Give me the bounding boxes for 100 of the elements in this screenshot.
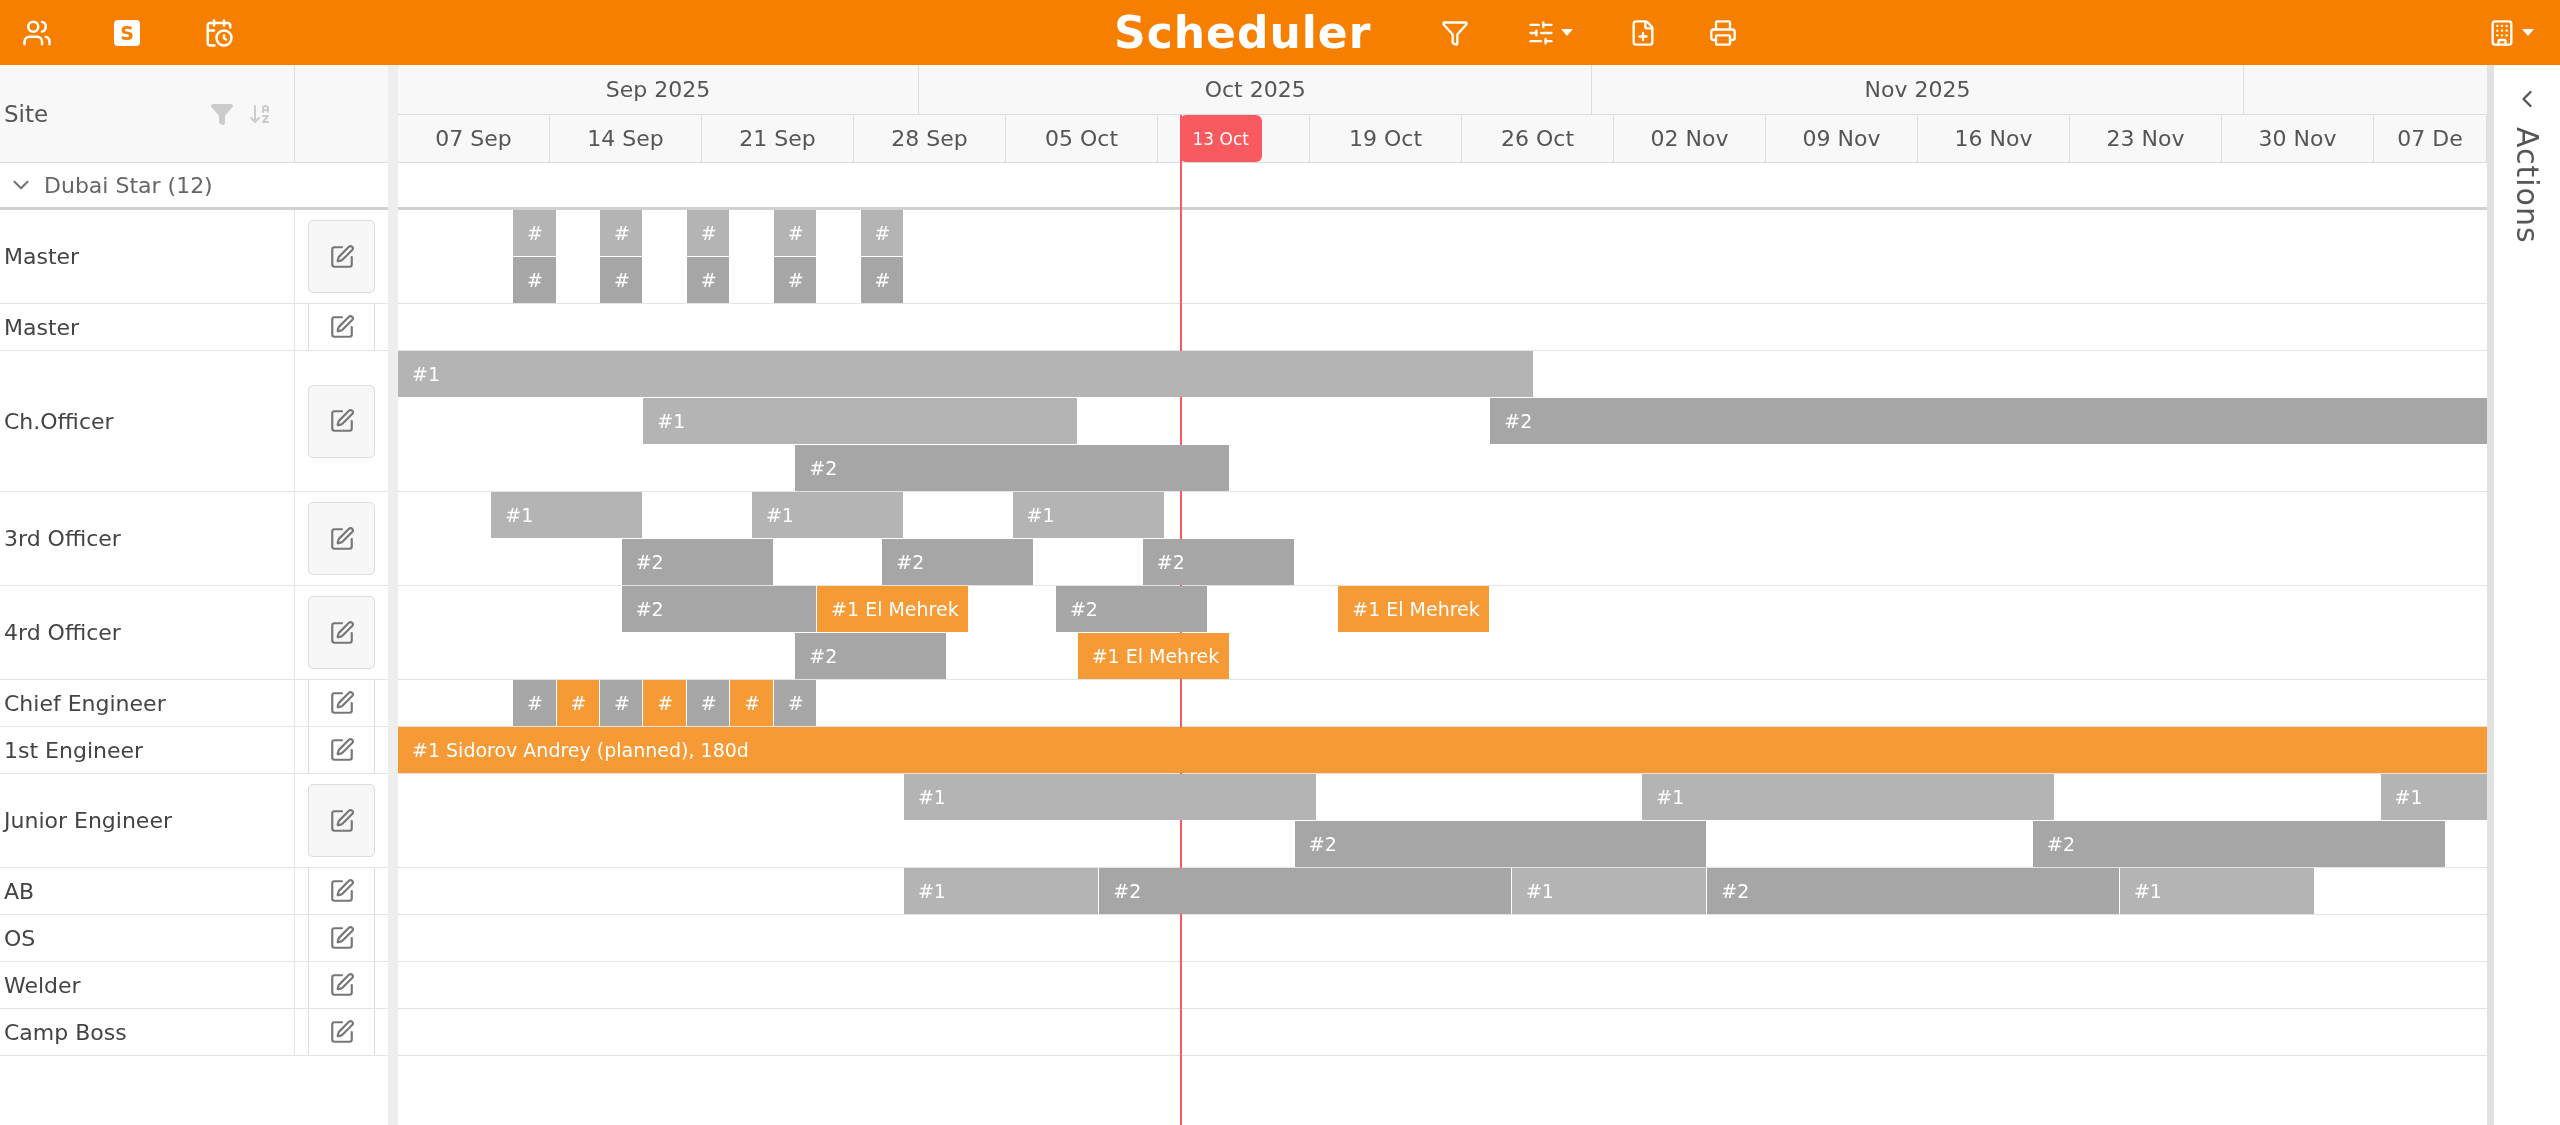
row-label: Welder bbox=[0, 962, 295, 1008]
column-header: Site bbox=[4, 100, 50, 127]
schedule-bar[interactable]: #2 bbox=[2033, 821, 2445, 867]
schedule-bar[interactable]: # bbox=[773, 257, 817, 303]
schedule-bar[interactable]: #2 bbox=[1490, 398, 2487, 444]
edit-button[interactable] bbox=[308, 502, 375, 575]
schedule-bar[interactable]: #2 bbox=[1294, 821, 1707, 867]
schedule-bar[interactable]: #1 bbox=[2380, 774, 2487, 820]
schedule-bar[interactable]: #2 bbox=[621, 586, 817, 632]
edit-icon bbox=[328, 925, 355, 951]
row-label: AB bbox=[0, 868, 295, 914]
week-header: 16 Nov bbox=[1918, 115, 2070, 162]
row-label: Ch.Officer bbox=[0, 351, 295, 491]
edit-button[interactable] bbox=[308, 727, 375, 773]
schedule-bar[interactable]: # bbox=[599, 257, 643, 303]
week-header: 19 Oct bbox=[1310, 115, 1462, 162]
schedule-bar[interactable]: #1 bbox=[2119, 868, 2315, 914]
schedule-bar[interactable]: #2 bbox=[1142, 539, 1294, 585]
caret-icon bbox=[2522, 28, 2534, 37]
edit-icon bbox=[328, 807, 355, 834]
week-header: 28 Sep bbox=[854, 115, 1006, 162]
schedule-bar[interactable]: #1 bbox=[643, 398, 1077, 444]
schedule-bar[interactable]: # bbox=[686, 680, 730, 726]
schedule-bar[interactable]: # bbox=[773, 210, 817, 256]
schedule-bar[interactable]: #1 bbox=[751, 492, 903, 538]
schedule-bar[interactable]: # bbox=[513, 257, 556, 303]
row-label: 3rd Officer bbox=[0, 492, 295, 585]
schedule-bar[interactable]: #2 bbox=[1707, 868, 2119, 914]
month-header: Oct 2025 bbox=[919, 65, 1593, 114]
week-header: 07 Sep bbox=[398, 115, 550, 162]
printer-icon[interactable] bbox=[1709, 18, 1738, 47]
row-label: Junior Engineer bbox=[0, 774, 295, 867]
edit-button[interactable] bbox=[308, 220, 375, 293]
schedule-bar[interactable]: #1 bbox=[903, 774, 1316, 820]
schedule-bar[interactable]: #2 bbox=[882, 539, 1034, 585]
schedule-bar[interactable]: # bbox=[556, 680, 599, 726]
edit-icon bbox=[328, 243, 355, 270]
month-header: Sep 2025 bbox=[398, 65, 920, 114]
schedule-bar[interactable]: # bbox=[599, 680, 643, 726]
schedule-bar[interactable]: #2 bbox=[1099, 868, 1511, 914]
schedule-bar[interactable]: #1 bbox=[491, 492, 643, 538]
week-header: 26 Oct bbox=[1462, 115, 1614, 162]
week-header: 05 Oct bbox=[1006, 115, 1158, 162]
schedule-bar[interactable]: #1 bbox=[1642, 774, 2054, 820]
actions-label: Actions bbox=[2509, 127, 2545, 244]
week-header: 21 Sep bbox=[702, 115, 854, 162]
schedule-bar[interactable]: # bbox=[860, 210, 903, 256]
row-label: Master bbox=[0, 210, 295, 303]
row-label: OS bbox=[0, 915, 295, 961]
schedule-bar[interactable]: #2 bbox=[795, 633, 947, 679]
schedule-bar[interactable]: #1 El Mehrek bbox=[1338, 586, 1490, 632]
edit-button[interactable] bbox=[308, 784, 375, 857]
edit-icon bbox=[328, 737, 355, 763]
schedule-bar[interactable]: # bbox=[730, 680, 773, 726]
schedule-bar[interactable]: #1 Sidorov Andrey (planned), 180d bbox=[398, 727, 2487, 773]
edit-icon bbox=[328, 525, 355, 552]
edit-button[interactable] bbox=[308, 915, 375, 961]
schedule-bar[interactable]: #1 bbox=[903, 868, 1099, 914]
edit-icon bbox=[328, 1019, 355, 1045]
schedule-bar[interactable]: #1 El Mehrek bbox=[1077, 633, 1229, 679]
row-label: 4rd Officer bbox=[0, 586, 295, 679]
edit-button[interactable] bbox=[308, 868, 375, 914]
schedule-bar[interactable]: # bbox=[643, 680, 686, 726]
edit-button[interactable] bbox=[308, 384, 375, 458]
schedule-bar[interactable]: #1 bbox=[1012, 492, 1164, 538]
app-title: Scheduler bbox=[1114, 7, 1372, 58]
schedule-bar[interactable]: # bbox=[599, 210, 643, 256]
schedule-bar[interactable]: #1 bbox=[1511, 868, 1707, 914]
schedule-bar[interactable]: # bbox=[686, 210, 730, 256]
schedule-bar[interactable]: #1 bbox=[398, 351, 1533, 397]
schedule-bar[interactable]: #2 bbox=[1055, 586, 1207, 632]
edit-button[interactable] bbox=[308, 680, 375, 726]
edit-icon bbox=[328, 878, 355, 904]
schedule-bar[interactable]: # bbox=[686, 257, 730, 303]
calendar-clock-icon[interactable] bbox=[204, 17, 234, 48]
edit-button[interactable] bbox=[308, 596, 375, 669]
schedule-bar[interactable]: # bbox=[513, 210, 556, 256]
schedule-bar[interactable]: #1 El Mehrek bbox=[817, 586, 969, 632]
group-label: Dubai Star (12) bbox=[44, 172, 213, 198]
filter-icon[interactable] bbox=[1441, 18, 1470, 47]
edit-button[interactable] bbox=[308, 304, 375, 350]
edit-icon bbox=[328, 408, 355, 434]
sliders-dropdown[interactable] bbox=[1527, 18, 1574, 47]
schedule-bar[interactable]: #2 bbox=[795, 445, 1229, 491]
schedule-bar[interactable]: # bbox=[860, 257, 903, 303]
row-label: 1st Engineer bbox=[0, 727, 295, 773]
month-header: Nov 2025 bbox=[1592, 65, 2244, 114]
today-marker: 13 Oct bbox=[1179, 115, 1262, 162]
caret-icon bbox=[1561, 28, 1574, 37]
schedule-bar[interactable]: # bbox=[513, 680, 556, 726]
week-header: 23 Nov bbox=[2070, 115, 2222, 162]
row-label: Master bbox=[0, 304, 295, 350]
row-label: Chief Engineer bbox=[0, 680, 295, 726]
edit-button[interactable] bbox=[308, 1009, 375, 1055]
s-badge-icon[interactable]: S bbox=[114, 19, 140, 46]
edit-button[interactable] bbox=[308, 962, 375, 1008]
week-header: 30 Nov bbox=[2222, 115, 2374, 162]
edit-icon bbox=[328, 972, 355, 998]
schedule-bar[interactable]: #2 bbox=[621, 539, 773, 585]
schedule-bar[interactable]: # bbox=[773, 680, 817, 726]
